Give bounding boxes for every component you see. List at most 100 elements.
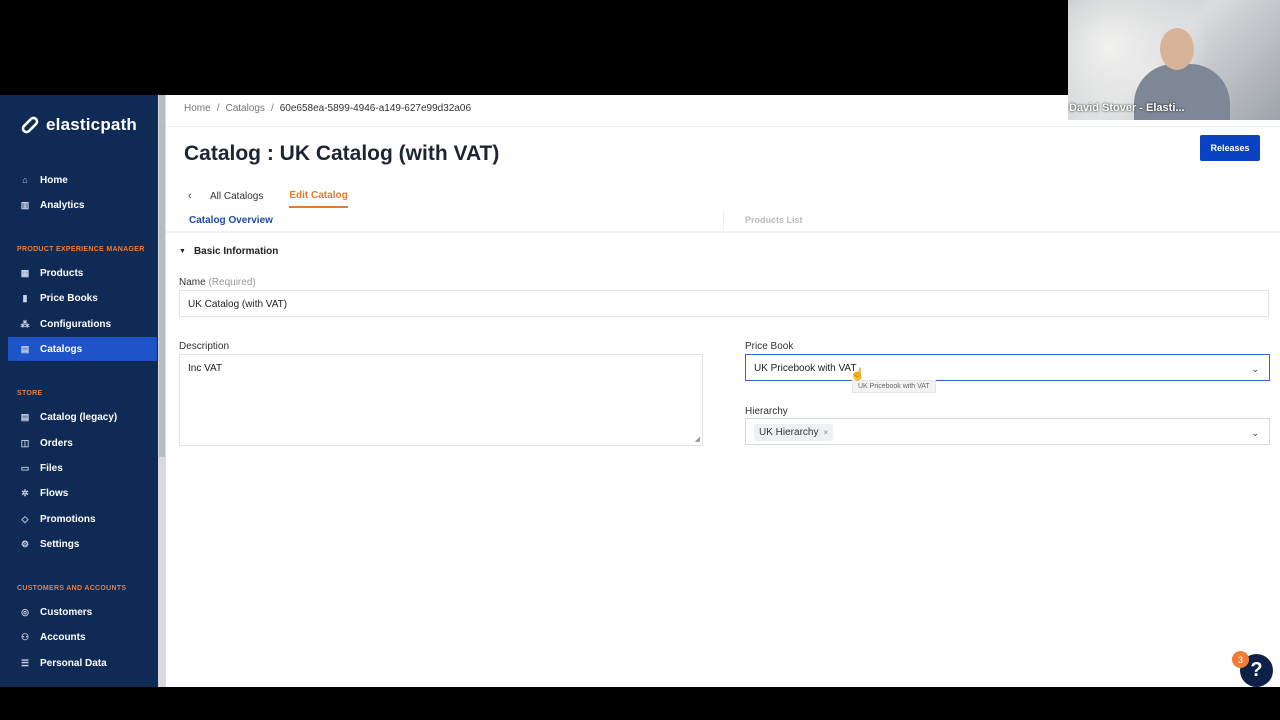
name-value: UK Catalog (with VAT) bbox=[188, 299, 288, 310]
sidebar-item-orders[interactable]: ◫ Orders bbox=[8, 431, 157, 455]
elasticpath-logo-icon bbox=[21, 116, 39, 134]
description-label: Description bbox=[179, 341, 230, 352]
resize-handle-icon[interactable]: ◢ bbox=[695, 435, 700, 443]
sidebar-item-home[interactable]: ⌂ Home bbox=[8, 168, 157, 192]
video-participant-name: David Stover - Elasti... bbox=[1069, 102, 1185, 114]
accounts-icon: ⚇ bbox=[20, 631, 30, 642]
tab-edit-catalog[interactable]: Edit Catalog bbox=[289, 190, 348, 208]
sidebar: elasticpath ⌂ Home ▥ Analytics PRODUCT E… bbox=[0, 95, 158, 687]
help-badge: 3 bbox=[1232, 651, 1249, 668]
sidebar-item-customers[interactable]: ◎ Customers bbox=[8, 600, 157, 624]
settings-icon: ⚙ bbox=[20, 538, 30, 549]
app-window: elasticpath ⌂ Home ▥ Analytics PRODUCT E… bbox=[0, 95, 1280, 687]
sidebar-item-flows[interactable]: ✲ Flows bbox=[8, 481, 157, 505]
sidebar-scrollbar[interactable] bbox=[158, 95, 166, 687]
hierarchy-select[interactable]: UK Hierarchy × ⌄ bbox=[745, 418, 1270, 445]
name-field[interactable]: UK Catalog (with VAT) bbox=[179, 290, 1269, 317]
sidebar-item-settings[interactable]: ⚙ Settings bbox=[8, 532, 157, 556]
breadcrumb-separator: / bbox=[216, 103, 220, 114]
tab-all-catalogs[interactable]: All Catalogs bbox=[210, 191, 263, 202]
brand-logo[interactable]: elasticpath bbox=[20, 115, 137, 135]
sidebar-item-promotions[interactable]: ◇ Promotions bbox=[8, 507, 157, 531]
releases-button[interactable]: Releases bbox=[1200, 135, 1260, 161]
sidebar-item-label: Analytics bbox=[40, 199, 85, 211]
subtab-products-list[interactable]: Products List bbox=[745, 215, 803, 225]
name-label-text: Name bbox=[179, 277, 206, 288]
sidebar-item-accounts[interactable]: ⚇ Accounts bbox=[8, 625, 157, 649]
screen: elasticpath ⌂ Home ▥ Analytics PRODUCT E… bbox=[0, 0, 1280, 720]
files-icon: ▭ bbox=[20, 462, 30, 473]
brand-name: elasticpath bbox=[46, 115, 138, 134]
breadcrumb: Home / Catalogs / 60e658ea-5899-4946-a14… bbox=[184, 103, 471, 114]
main-content: Home / Catalogs / 60e658ea-5899-4946-a14… bbox=[166, 95, 1280, 687]
section-title-store: STORE bbox=[17, 390, 43, 397]
price-book-select[interactable]: UK Pricebook with VAT ⌄ bbox=[745, 354, 1270, 381]
back-chevron-icon[interactable]: ‹ bbox=[188, 190, 200, 202]
subtab-divider bbox=[723, 211, 724, 231]
hierarchy-label: Hierarchy bbox=[745, 406, 788, 417]
sidebar-item-label: Flows bbox=[40, 487, 69, 499]
sidebar-item-price-books[interactable]: ▮ Price Books bbox=[8, 286, 157, 310]
breadcrumb-separator: / bbox=[270, 103, 274, 114]
catalogs-icon: ▤ bbox=[20, 343, 30, 354]
video-person-head bbox=[1160, 28, 1194, 70]
promotions-icon: ◇ bbox=[21, 513, 29, 524]
sidebar-item-label: Orders bbox=[40, 437, 73, 449]
name-label: Name (Required) bbox=[179, 277, 256, 288]
hierarchy-chip: UK Hierarchy × bbox=[754, 424, 834, 441]
price-book-value: UK Pricebook with VAT bbox=[754, 363, 857, 374]
price-book-tooltip: UK Pricebook with VAT bbox=[852, 380, 936, 393]
section-title-pxm: PRODUCT EXPERIENCE MANAGER bbox=[17, 246, 145, 253]
sidebar-item-label: Home bbox=[40, 174, 68, 186]
scrollbar-thumb[interactable] bbox=[159, 95, 165, 457]
chevron-down-icon: ⌄ bbox=[1251, 428, 1259, 438]
header-divider bbox=[166, 126, 1280, 127]
breadcrumb-catalogs[interactable]: Catalogs bbox=[225, 103, 264, 114]
page-title: Catalog : UK Catalog (with VAT) bbox=[184, 142, 500, 165]
help-icon: ? bbox=[1250, 659, 1263, 681]
sidebar-item-label: Catalog (legacy) bbox=[40, 411, 118, 423]
sidebar-item-configurations[interactable]: ⁂ Configurations bbox=[8, 312, 157, 336]
sidebar-item-label: Products bbox=[40, 267, 84, 279]
basic-information-toggle[interactable]: ▼ Basic Information bbox=[179, 246, 278, 257]
subtab-catalog-overview[interactable]: Catalog Overview bbox=[189, 215, 273, 226]
chip-remove-icon[interactable]: × bbox=[823, 428, 828, 437]
customers-icon: ◎ bbox=[21, 606, 29, 617]
sidebar-item-catalog-legacy[interactable]: ▤ Catalog (legacy) bbox=[8, 405, 157, 429]
required-marker: (Required) bbox=[208, 277, 256, 288]
sidebar-item-label: Customers bbox=[40, 606, 93, 618]
configurations-icon: ⁂ bbox=[20, 318, 30, 329]
sidebar-item-analytics[interactable]: ▥ Analytics bbox=[8, 193, 157, 217]
hand-cursor-icon: ☝ bbox=[850, 367, 865, 381]
orders-icon: ◫ bbox=[20, 437, 30, 448]
sidebar-item-label: Catalogs bbox=[40, 343, 83, 355]
section-title-customers: CUSTOMERS AND ACCOUNTS bbox=[17, 585, 127, 592]
sidebar-item-label: Personal Data bbox=[40, 657, 107, 669]
flows-icon: ✲ bbox=[21, 487, 29, 498]
sidebar-item-label: Accounts bbox=[40, 631, 86, 643]
sidebar-item-files[interactable]: ▭ Files bbox=[8, 456, 157, 480]
products-icon: ▦ bbox=[20, 267, 30, 278]
chevron-down-icon: ⌄ bbox=[1251, 364, 1259, 374]
sidebar-item-catalogs[interactable]: ▤ Catalogs bbox=[8, 337, 157, 361]
catalog-legacy-icon: ▤ bbox=[20, 411, 30, 422]
sidebar-item-label: Configurations bbox=[40, 318, 112, 330]
tabs: ‹ All Catalogs Edit Catalog bbox=[188, 187, 348, 208]
sidebar-item-label: Promotions bbox=[40, 513, 96, 525]
breadcrumb-home[interactable]: Home bbox=[184, 103, 211, 114]
analytics-icon: ▥ bbox=[20, 199, 30, 210]
sidebar-item-products[interactable]: ▦ Products bbox=[8, 261, 157, 285]
home-icon: ⌂ bbox=[22, 175, 28, 185]
personal-data-icon: ☰ bbox=[20, 657, 30, 668]
subtabs: Catalog Overview Products List bbox=[166, 207, 1280, 233]
sidebar-item-label: Settings bbox=[40, 538, 80, 550]
description-textarea[interactable]: Inc VAT ◢ bbox=[179, 354, 703, 446]
price-books-icon: ▮ bbox=[22, 292, 28, 303]
price-book-label: Price Book bbox=[745, 341, 794, 352]
sidebar-item-label: Price Books bbox=[40, 292, 98, 304]
description-value: Inc VAT bbox=[188, 363, 223, 374]
caret-down-icon: ▼ bbox=[179, 248, 186, 255]
breadcrumb-current: 60e658ea-5899-4946-a149-627e99d32a06 bbox=[279, 103, 472, 114]
hierarchy-chip-label: UK Hierarchy bbox=[759, 427, 819, 438]
sidebar-item-personal-data[interactable]: ☰ Personal Data bbox=[8, 651, 157, 675]
